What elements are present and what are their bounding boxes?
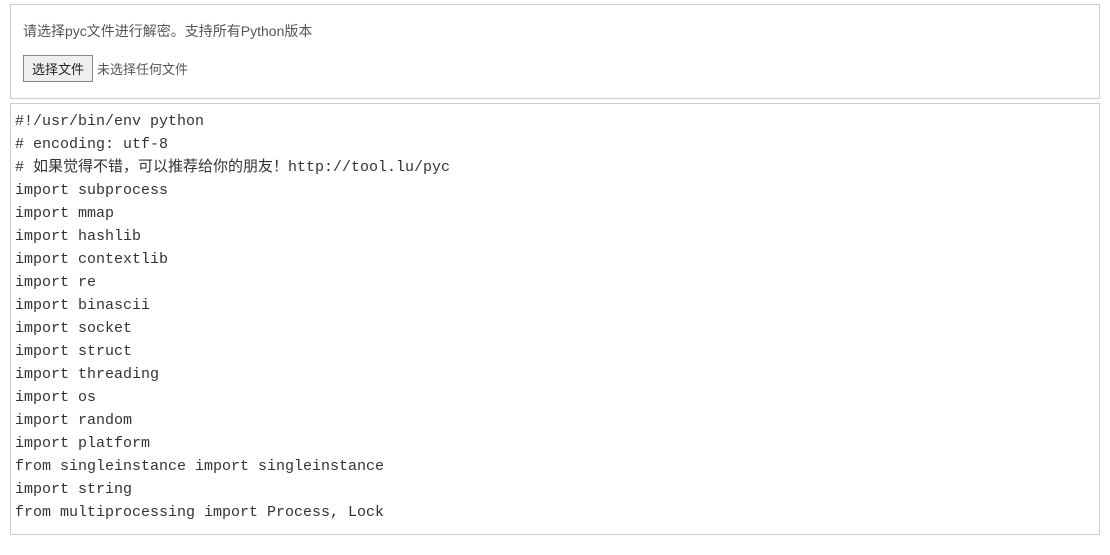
file-input-row: 选择文件 未选择任何文件 [23,55,1087,82]
code-output-wrapper: #!/usr/bin/env python # encoding: utf-8 … [10,103,1100,535]
file-status-text: 未选择任何文件 [97,59,188,78]
upload-instruction: 请选择pyc文件进行解密。支持所有Python版本 [23,21,1087,41]
code-output[interactable]: #!/usr/bin/env python # encoding: utf-8 … [10,103,1100,535]
upload-panel: 请选择pyc文件进行解密。支持所有Python版本 选择文件 未选择任何文件 [10,4,1100,99]
file-select-button[interactable]: 选择文件 [23,55,93,82]
